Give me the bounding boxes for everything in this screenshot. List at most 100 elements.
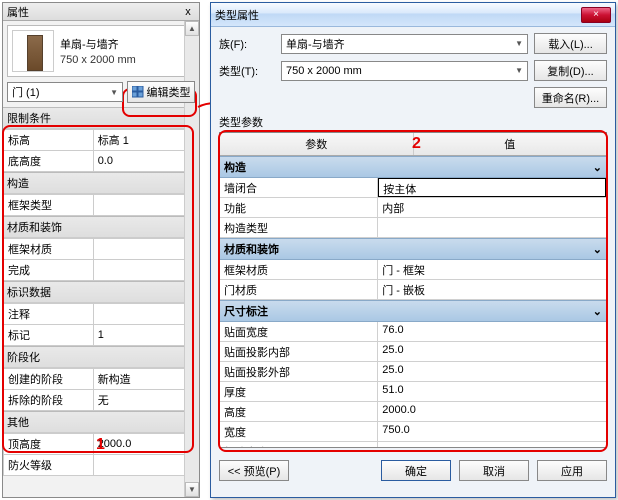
param-value[interactable]: 2000.0 [378, 402, 606, 421]
property-value[interactable] [93, 239, 198, 260]
type-dropdown[interactable]: 750 x 2000 mm ▼ [281, 61, 528, 81]
param-value[interactable]: 51.0 [378, 382, 606, 401]
property-label: 创建的阶段 [4, 369, 94, 390]
annotation-number-1: 1 [96, 436, 105, 454]
param-value[interactable]: 25.0 [378, 362, 606, 381]
chevron-down-icon: ▼ [515, 66, 523, 75]
property-row[interactable]: 标高标高 1 [4, 130, 199, 151]
property-row[interactable]: 框架类型 [4, 195, 199, 216]
param-row[interactable]: 框架材质门 - 框架 [220, 260, 606, 280]
category-filter-dropdown[interactable]: 门 (1) ▼ [7, 82, 123, 102]
property-row[interactable]: 拆除的阶段无 [4, 390, 199, 411]
param-row[interactable]: 墙闭合按主体 [220, 178, 606, 198]
property-label: 防火等级 [4, 455, 94, 476]
param-row[interactable]: 门材质门 - 嵌板 [220, 280, 606, 300]
param-row[interactable]: 贴面投影内部25.0 [220, 342, 606, 362]
property-row[interactable]: 底高度0.0 [4, 151, 199, 172]
edit-type-button[interactable]: 编辑类型 [127, 81, 195, 103]
param-value[interactable]: 750.0 [378, 422, 606, 441]
properties-header: 属性 x [3, 3, 199, 21]
param-row[interactable]: 构造类型 [220, 218, 606, 238]
type-params-label: 类型参数 [219, 114, 607, 130]
param-value[interactable] [378, 442, 606, 448]
param-value[interactable]: 76.0 [378, 322, 606, 341]
dialog-title: 类型属性 [215, 7, 259, 23]
property-row[interactable]: 框架材质 [4, 239, 199, 260]
type-selector-card[interactable]: 单扇-与墙齐 750 x 2000 mm [7, 25, 195, 77]
section-phasing[interactable]: 阶段化⌄ [3, 346, 199, 368]
param-row[interactable]: 高度2000.0 [220, 402, 606, 422]
section-materials[interactable]: 材质和装饰⌄ [3, 216, 199, 238]
property-value[interactable]: 2000.0 [93, 434, 198, 455]
col-param: 参数 [220, 133, 414, 155]
param-label: 厚度 [220, 382, 378, 401]
param-label: 墙闭合 [220, 178, 378, 197]
property-value[interactable] [93, 304, 198, 325]
property-label: 拆除的阶段 [4, 390, 94, 411]
param-row[interactable]: 功能内部 [220, 198, 606, 218]
edit-type-label: 编辑类型 [147, 84, 191, 100]
property-label: 注释 [4, 304, 94, 325]
property-value[interactable]: 0.0 [93, 151, 198, 172]
dialog-close-button[interactable]: × [581, 7, 611, 23]
preview-button[interactable]: << 预览(P) [219, 460, 289, 481]
property-value[interactable] [93, 195, 198, 216]
param-row[interactable]: 贴面投影外部25.0 [220, 362, 606, 382]
family-dropdown[interactable]: 单扇-与墙齐 ▼ [281, 34, 528, 54]
param-section[interactable]: 材质和装饰⌄ [220, 238, 606, 260]
expand-icon: ⌄ [593, 161, 602, 174]
param-row[interactable]: 贴面宽度76.0 [220, 322, 606, 342]
param-value[interactable]: 按主体 [378, 178, 606, 197]
section-construction[interactable]: 构造⌄ [3, 172, 199, 194]
property-row[interactable]: 完成 [4, 260, 199, 281]
cancel-button[interactable]: 取消 [459, 460, 529, 481]
dialog-titlebar[interactable]: 类型属性 × [211, 3, 615, 27]
section-constraints[interactable]: 限制条件⌄ [3, 107, 199, 129]
type-family-name: 单扇-与墙齐 [60, 36, 136, 52]
ok-button[interactable]: 确定 [381, 460, 451, 481]
property-value[interactable] [93, 455, 198, 476]
scroll-up-icon[interactable]: ▲ [185, 21, 199, 36]
property-row[interactable]: 标记1 [4, 325, 199, 346]
property-value[interactable]: 无 [93, 390, 198, 411]
param-row[interactable]: 宽度750.0 [220, 422, 606, 442]
section-other[interactable]: 其他⌄ [3, 411, 199, 433]
param-label: 贴面投影内部 [220, 342, 378, 361]
expand-icon: ⌄ [593, 243, 602, 256]
param-row[interactable]: 粗略宽度 [220, 442, 606, 448]
load-button[interactable]: 载入(L)... [534, 33, 607, 54]
door-thumbnail-icon [12, 30, 54, 72]
section-identity[interactable]: 标识数据⌄ [3, 281, 199, 303]
property-label: 标高 [4, 130, 94, 151]
category-filter-value: 门 (1) [12, 84, 40, 100]
param-section[interactable]: 构造⌄ [220, 156, 606, 178]
type-value: 750 x 2000 mm [286, 65, 362, 77]
param-section[interactable]: 尺寸标注⌄ [220, 300, 606, 322]
param-value[interactable]: 门 - 框架 [378, 260, 606, 279]
property-row[interactable]: 创建的阶段新构造 [4, 369, 199, 390]
section-title: 标识数据 [7, 284, 51, 300]
chevron-down-icon: ▼ [515, 39, 523, 48]
param-row[interactable]: 厚度51.0 [220, 382, 606, 402]
param-value[interactable] [378, 218, 606, 237]
property-value[interactable]: 1 [93, 325, 198, 346]
scroll-down-icon[interactable]: ▼ [185, 482, 199, 497]
property-row[interactable]: 注释 [4, 304, 199, 325]
property-value[interactable]: 新构造 [93, 369, 198, 390]
property-label: 完成 [4, 260, 94, 281]
close-icon[interactable]: x [181, 5, 195, 19]
property-value[interactable] [93, 260, 198, 281]
apply-button[interactable]: 应用 [537, 460, 607, 481]
property-value[interactable]: 标高 1 [93, 130, 198, 151]
copy-button[interactable]: 复制(D)... [534, 60, 607, 81]
param-value[interactable]: 内部 [378, 198, 606, 217]
edit-type-icon [132, 86, 144, 98]
param-value[interactable]: 门 - 嵌板 [378, 280, 606, 299]
type-size: 750 x 2000 mm [60, 54, 136, 66]
rename-button[interactable]: 重命名(R)... [534, 87, 607, 108]
section-title: 阶段化 [7, 349, 40, 365]
param-value[interactable]: 25.0 [378, 342, 606, 361]
type-label: 类型(T): [219, 63, 281, 79]
property-row[interactable]: 防火等级 [4, 455, 199, 476]
param-label: 贴面投影外部 [220, 362, 378, 381]
